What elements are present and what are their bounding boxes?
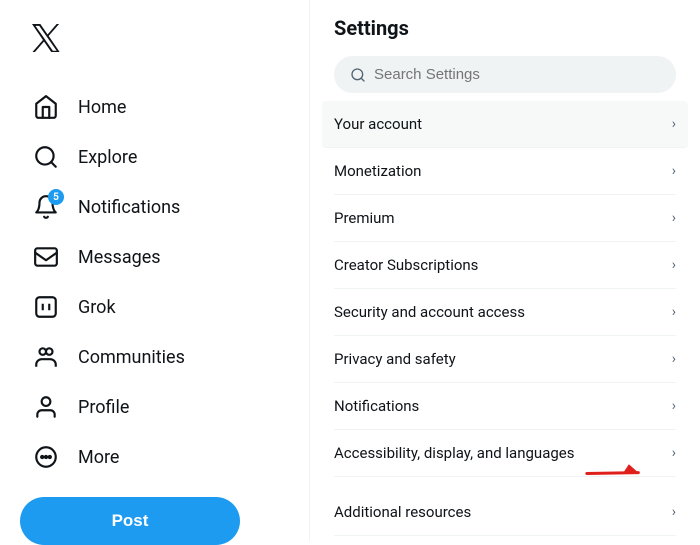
sidebar-item-more[interactable]: More [20,433,289,481]
settings-item-label: Notifications [334,397,419,415]
search-box[interactable] [334,56,676,93]
settings-item-label: Security and account access [334,303,525,321]
chevron-right-icon: › [672,210,676,226]
settings-item-premium[interactable]: Premium › [334,195,676,242]
x-logo[interactable] [20,16,289,67]
settings-item-additional[interactable]: Additional resources › [334,489,676,536]
sidebar-item-home[interactable]: Home [20,83,289,131]
settings-item-monetization[interactable]: Monetization › [334,148,676,195]
sidebar-item-label: Explore [78,147,137,168]
search-icon [350,67,366,83]
chevron-right-icon: › [672,504,676,520]
chevron-right-icon: › [672,304,676,320]
grok-icon [32,293,60,321]
settings-item-label: Premium [334,209,395,227]
sidebar-item-notifications[interactable]: 5 Notifications [20,183,289,231]
notification-badge: 5 [48,189,64,205]
settings-item-label: Privacy and safety [334,350,456,368]
sidebar-item-label: Communities [78,347,185,368]
settings-item-notifications[interactable]: Notifications › [334,383,676,430]
sidebar-item-grok[interactable]: Grok [20,283,289,331]
communities-icon [32,343,60,371]
sidebar: Home Explore 5 Notifications [0,0,310,541]
bell-icon: 5 [32,193,60,221]
sidebar-item-label: Profile [78,397,129,418]
sidebar-item-profile[interactable]: Profile [20,383,289,431]
more-icon [32,443,60,471]
mail-icon [32,243,60,271]
chevron-right-icon: › [672,398,676,414]
sidebar-item-explore[interactable]: Explore [20,133,289,181]
sidebar-item-label: Notifications [78,197,180,218]
sidebar-item-label: Home [78,97,126,118]
settings-list: Your account › Monetization › Premium › … [334,101,676,536]
explore-icon [32,143,60,171]
settings-item-creator-subscriptions[interactable]: Creator Subscriptions › [334,242,676,289]
sidebar-item-messages[interactable]: Messages [20,233,289,281]
page-title: Settings [334,16,676,40]
settings-item-label: Monetization [334,162,421,180]
settings-item-accessibility[interactable]: Accessibility, display, and languages › [334,430,676,477]
search-input[interactable] [374,66,660,83]
settings-item-your-account[interactable]: Your account › [322,101,688,148]
settings-item-privacy[interactable]: Privacy and safety › [334,336,676,383]
settings-item-security[interactable]: Security and account access › [334,289,676,336]
chevron-right-icon: › [672,163,676,179]
settings-item-label: Creator Subscriptions [334,256,478,274]
sidebar-item-communities[interactable]: Communities [20,333,289,381]
sidebar-item-label: Grok [78,297,116,318]
settings-item-label: Accessibility, display, and languages [334,444,574,462]
home-icon [32,93,60,121]
settings-item-label: Additional resources [334,503,471,521]
chevron-right-icon: › [672,351,676,367]
person-icon [32,393,60,421]
chevron-right-icon: › [672,116,676,132]
sidebar-nav: Home Explore 5 Notifications [20,83,289,481]
post-button[interactable]: Post [20,497,240,545]
sidebar-item-label: More [78,447,119,468]
settings-panel: Settings Your account › Monetization › P… [310,0,700,541]
sidebar-item-label: Messages [78,247,161,268]
chevron-right-icon: › [672,445,676,461]
chevron-right-icon: › [672,257,676,273]
settings-item-label: Your account [334,115,422,133]
